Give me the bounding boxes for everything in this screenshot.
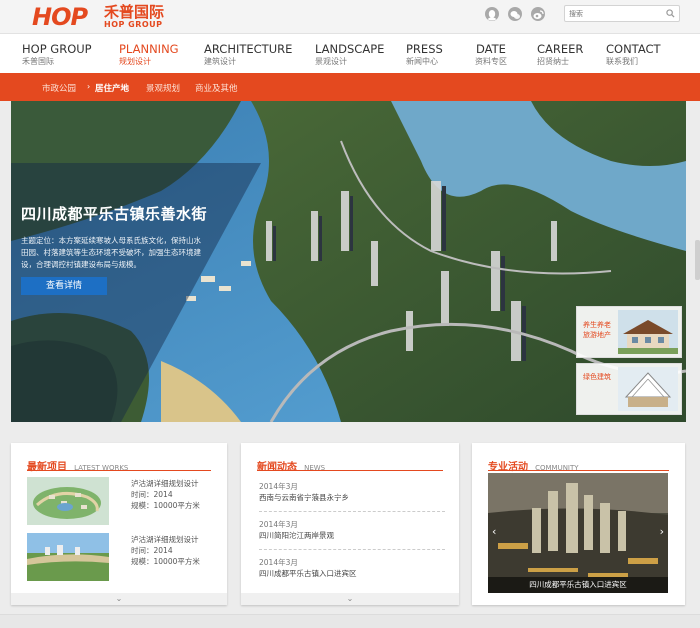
panel-title-cn: 最新项目 [27,462,67,473]
project-time: 时间：2014 [131,490,173,499]
news-date: 2014年3月 [259,482,298,491]
hero-thumb-elderly-tourism[interactable]: 养生养老 旅游地产 [576,306,682,358]
list-item[interactable]: 泸沽湖详细规划设计 时间：2014 规模：10000平方米 [27,533,207,583]
hero-thumb-green-building[interactable]: 绿色建筑 [576,363,682,415]
nav-label-en: ARCHITECTURE [204,42,293,56]
thumb-label: 绿色建筑 [583,373,611,381]
panel-heading: 专业活动 COMMUNITY [488,455,579,474]
project-title: 泸沽湖详细规划设计 [131,479,199,488]
hero-banner: 四川成都平乐古镇乐善水街 主题定位：本方案延续寒坡人母系氏族文化，保持山水田园、… [11,101,686,422]
nav-item-press[interactable]: PRESS 新闻中心 [406,42,443,67]
news-item[interactable]: 2014年3月 四川成都平乐古镇入口进宾区 [259,557,445,579]
project-thumbnail [27,477,109,525]
logo-name-cn: 禾普国际 [104,3,165,21]
hero-description: 主题定位：本方案延续寒坡人母系氏族文化，保持山水田园、村落建筑等生态环境不受破坏… [21,236,201,269]
scrollbar-handle[interactable] [695,240,700,280]
project-title: 泸沽湖详细规划设计 [131,535,199,544]
top-bar: HOP 禾普国际 HOP GROUP [0,0,700,33]
latest-works-panel: 最新项目 LATEST WORKS 泸沽湖详细规划设计 时间：2014 规模：1… [11,443,227,605]
hero-title: 四川成都平乐古镇乐善水街 [21,205,208,223]
news-title: 四川成都平乐古镇入口进宾区 [259,569,357,578]
nav-item-landscape[interactable]: LANDSCAPE 景观设计 [315,42,384,67]
nav-item-contact[interactable]: CONTACT 联系我们 [606,42,661,67]
news-date: 2014年3月 [259,558,298,567]
thumb-label: 旅游地产 [583,331,611,339]
panel-heading: 新闻动态 NEWS [257,455,325,474]
nav-label-cn: 新闻中心 [406,57,438,66]
search-input[interactable] [569,7,661,20]
list-item[interactable]: 泸沽湖详细规划设计 时间：2014 规模：10000平方米 [27,477,207,527]
panel-heading: 最新项目 LATEST WORKS [27,455,128,474]
subnav-item[interactable]: 景观规划 [146,82,180,94]
nav-label-en: PRESS [406,42,443,56]
more-chevron-icon[interactable]: ⌄ [11,593,227,605]
news-title: 四川简阳沱江两岸景观 [259,531,334,540]
nav-label-en: CAREER [537,42,584,56]
nav-item-planning[interactable]: PLANNING 规划设计 [119,42,179,67]
divider [27,470,211,471]
news-title: 西南与云南省宁蒗县永宁乡 [259,493,349,502]
more-chevron-icon[interactable]: ⌄ [241,593,459,605]
nav-label-cn: 禾普国际 [22,57,54,66]
logo-name-en: HOP GROUP [104,20,163,29]
divider [257,470,443,471]
nav-label-cn: 招贤纳士 [537,57,569,66]
nav-label-en: CONTACT [606,42,661,56]
dashed-divider [259,511,445,512]
panel-title-cn: 新闻动态 [257,462,297,473]
news-item[interactable]: 2014年3月 西南与云南省宁蒗县永宁乡 [259,481,445,503]
news-panel: 新闻动态 NEWS 2014年3月 西南与云南省宁蒗县永宁乡 2014年3月 四… [241,443,459,605]
next-arrow-icon[interactable]: › [660,525,664,538]
project-time: 时间：2014 [131,546,173,555]
news-date: 2014年3月 [259,520,298,529]
nav-item-architecture[interactable]: ARCHITECTURE 建筑设计 [204,42,292,67]
community-caption: 四川成都平乐古镇入口进宾区 [488,577,668,593]
subnav-item[interactable]: 市政公园 [42,82,76,94]
panel-title-cn: 专业活动 [488,462,528,473]
qq-icon[interactable] [485,7,499,21]
nav-label-en: PLANNING [119,42,179,56]
nav-label-en: DATE [476,42,506,56]
project-thumbnail [27,533,109,581]
wechat-icon[interactable] [508,7,522,21]
prev-arrow-icon[interactable]: ‹ [492,525,496,538]
chevron-right-icon: › [87,82,91,91]
nav-item-date[interactable]: DATE 资料专区 [475,42,507,67]
thumb-image [618,367,678,411]
search-icon[interactable] [666,9,675,18]
logo-text: HOP [32,3,88,31]
community-photo [488,473,668,593]
nav-item-career[interactable]: CAREER 招贤纳士 [537,42,583,67]
project-scale: 规模：10000平方米 [131,501,200,510]
footer-bar [0,614,700,628]
news-item[interactable]: 2014年3月 四川简阳沱江两岸景观 [259,519,445,541]
nav-item-hop-group[interactable]: HOP GROUP 禾普国际 [22,42,92,67]
thumb-image [618,310,678,354]
dashed-divider [259,549,445,550]
main-nav: HOP GROUP 禾普国际 PLANNING 规划设计 ARCHITECTUR… [0,33,700,73]
project-scale: 规模：10000平方米 [131,557,200,566]
nav-label-cn: 规划设计 [119,57,151,66]
view-details-button[interactable]: 查看详情 [21,277,107,295]
community-panel: 专业活动 COMMUNITY 四川成都平乐古镇入口进宾区 ‹ › [472,443,685,605]
search-box [564,5,680,22]
weibo-icon[interactable] [531,7,545,21]
nav-label-cn: 联系我们 [606,57,638,66]
nav-label-en: LANDSCAPE [315,42,385,56]
nav-label-cn: 建筑设计 [204,57,236,66]
sub-nav: 市政公园 › 居住产地 景观规划 商业及其他 [0,73,700,101]
community-image[interactable]: 四川成都平乐古镇入口进宾区 ‹ › [488,473,668,593]
divider [488,470,669,471]
nav-label-en: HOP GROUP [22,42,92,56]
subnav-item-active[interactable]: 居住产地 [95,82,129,94]
nav-label-cn: 景观设计 [315,57,347,66]
nav-label-cn: 资料专区 [475,57,507,66]
thumb-label: 养生养老 [583,321,611,329]
subnav-item[interactable]: 商业及其他 [195,82,238,94]
